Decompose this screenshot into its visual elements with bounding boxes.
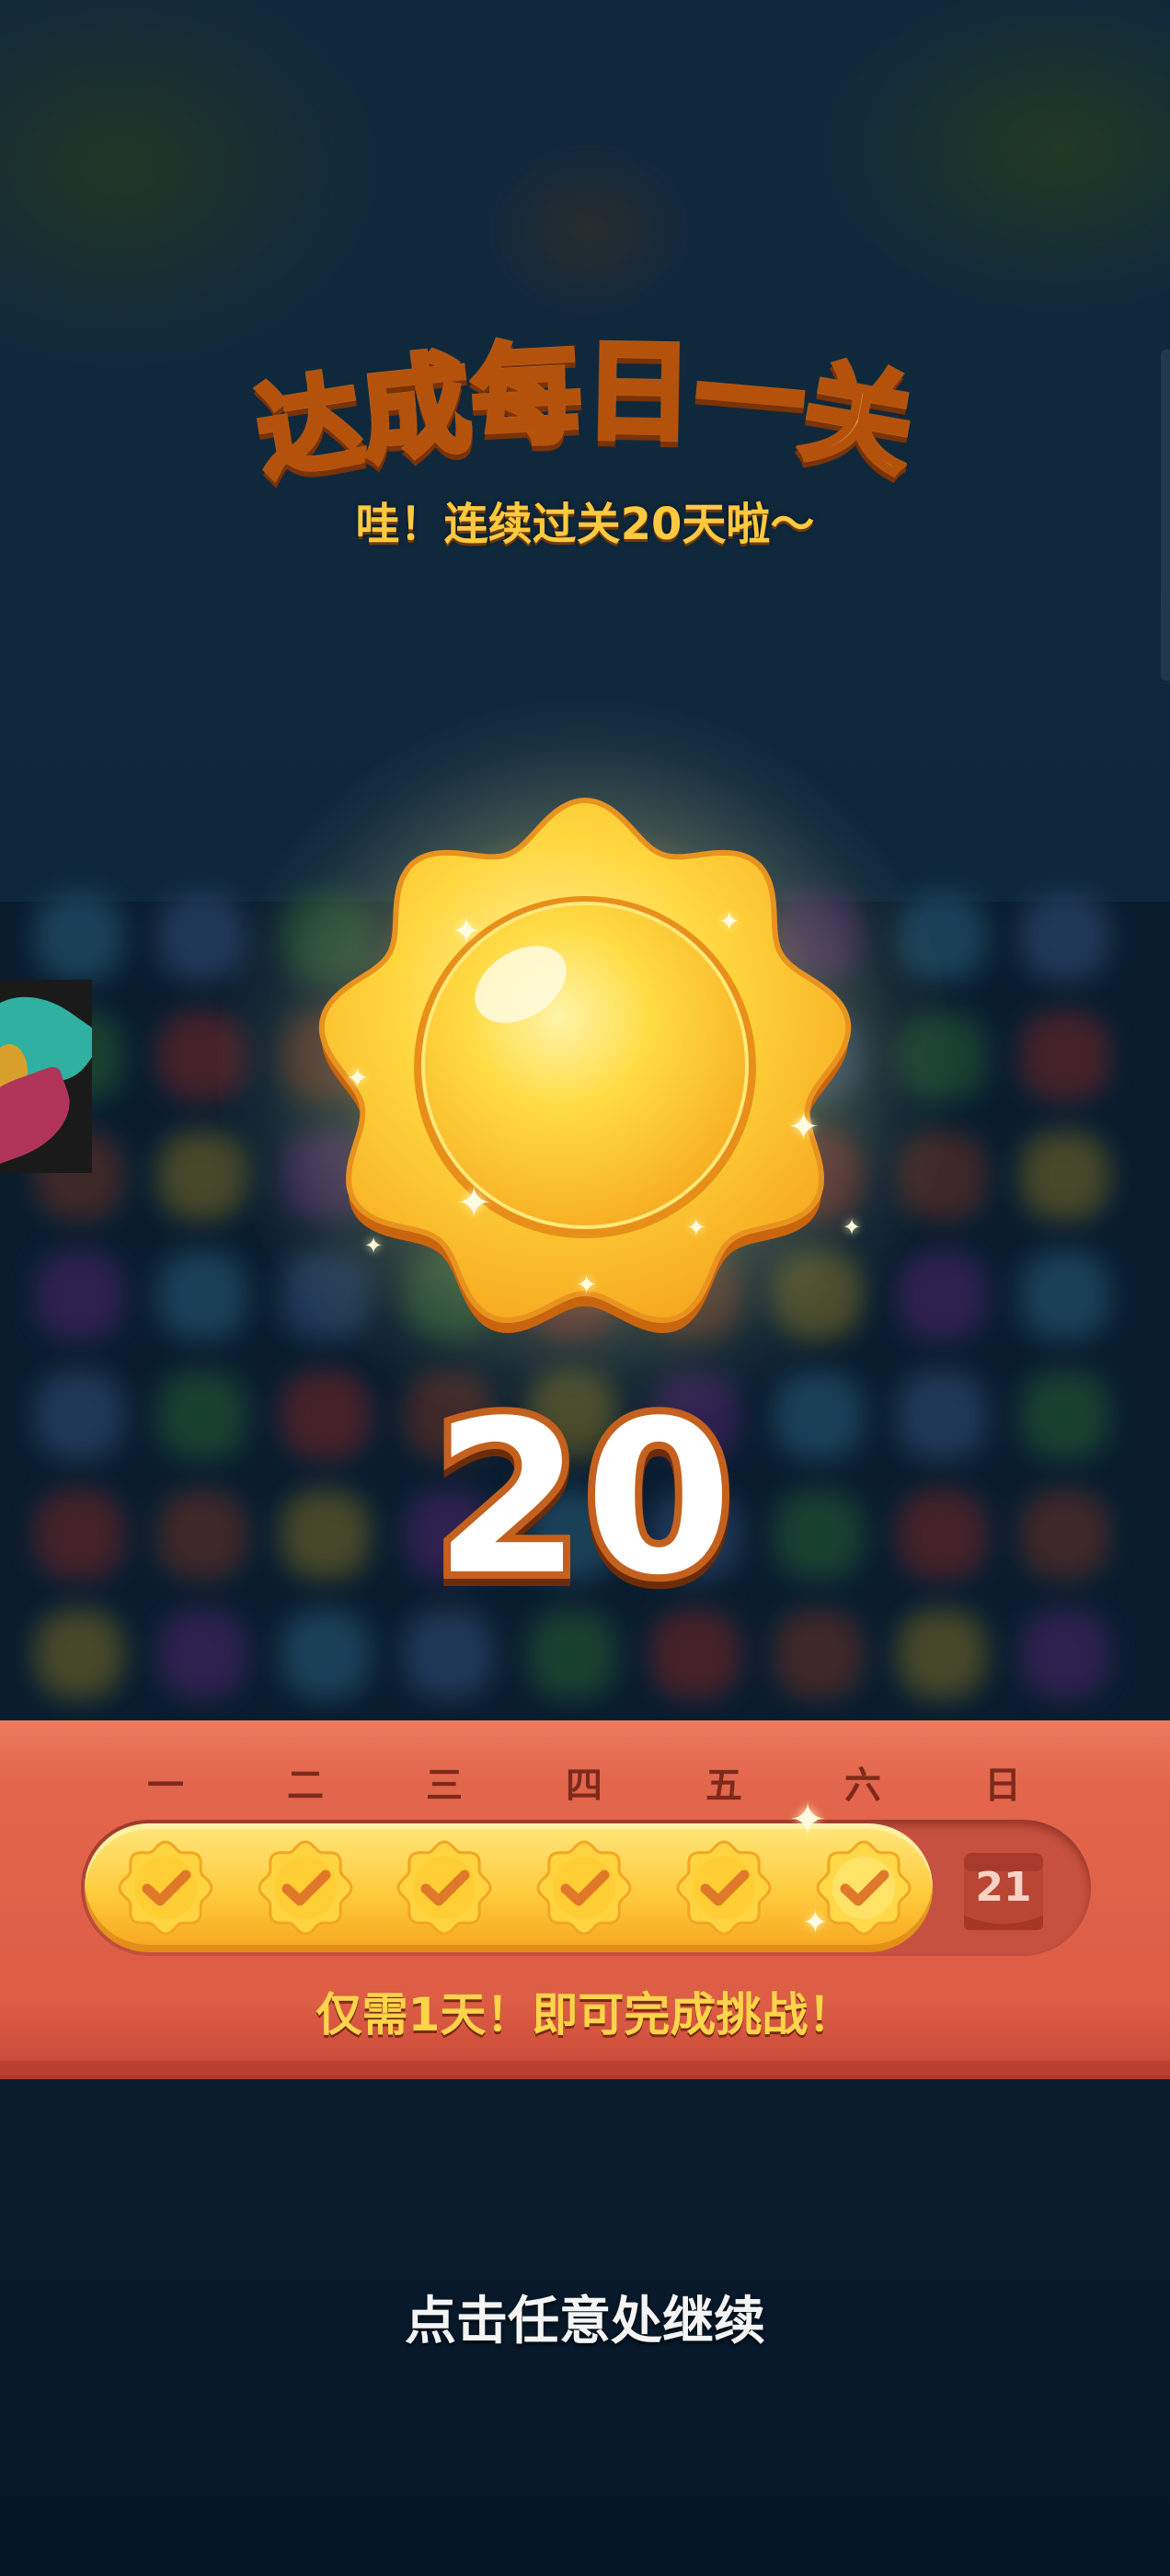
banner-edge <box>0 2061 1170 2076</box>
streak-subtitle: 哇！连续过关20天啦～ <box>355 499 815 550</box>
title-char: 每 <box>466 305 587 467</box>
sparkle-icon: ✦ <box>452 911 481 951</box>
sparkle-icon: ✦ <box>576 1270 598 1300</box>
day-complete-checkmark-icon <box>256 1838 355 1938</box>
sparkle-icon: ✦ <box>364 1233 384 1259</box>
day-label: 四 <box>566 1765 602 1807</box>
day-complete-checkmark-icon <box>674 1838 774 1938</box>
day-label: 一 <box>147 1765 184 1807</box>
streak-count: 20 <box>427 1373 740 1627</box>
day-complete-checkmark-icon <box>534 1838 634 1938</box>
sun-icon <box>318 797 852 1333</box>
popup-title: 达成每日一关 <box>0 313 1170 500</box>
title-char: 关 <box>791 323 927 497</box>
title-char: 达 <box>246 337 373 500</box>
sparkle-icon: ✦ <box>843 1214 862 1240</box>
sparkle-icon: ✦ <box>686 1214 706 1242</box>
sparkle-icon: ✦ <box>789 1794 827 1846</box>
sparkle-icon: ✦ <box>802 1904 829 1941</box>
day-complete-checkmark-icon <box>116 1838 215 1938</box>
title-char: 成 <box>352 315 479 482</box>
day-label: 日 <box>984 1765 1021 1807</box>
sparkle-icon: ✦ <box>787 1104 820 1149</box>
sparkle-icon: ✦ <box>718 906 740 937</box>
sparkle-icon: ✦ <box>346 1063 370 1095</box>
tap-to-continue-prompt: 点击任意处继续 <box>405 2292 765 2352</box>
day-label: 三 <box>426 1765 463 1807</box>
day-label: 二 <box>287 1765 324 1807</box>
remaining-days-hint: 仅需1天！即可完成挑战！ <box>315 1988 855 2041</box>
sun-badge: ✦ ✦ ✦ ✦ ✦ ✦ ✦ ✦ ✦ <box>217 699 953 1435</box>
title-char: 日 <box>580 303 696 462</box>
sparkle-icon: ✦ <box>456 1178 492 1227</box>
next-day-number: 21 <box>975 1864 1032 1911</box>
title-char: 一 <box>687 306 812 473</box>
day-label: 六 <box>844 1765 881 1807</box>
day-complete-checkmark-icon <box>395 1838 494 1938</box>
day-label: 五 <box>705 1765 742 1807</box>
day-complete-checkmark-icon <box>814 1838 913 1938</box>
